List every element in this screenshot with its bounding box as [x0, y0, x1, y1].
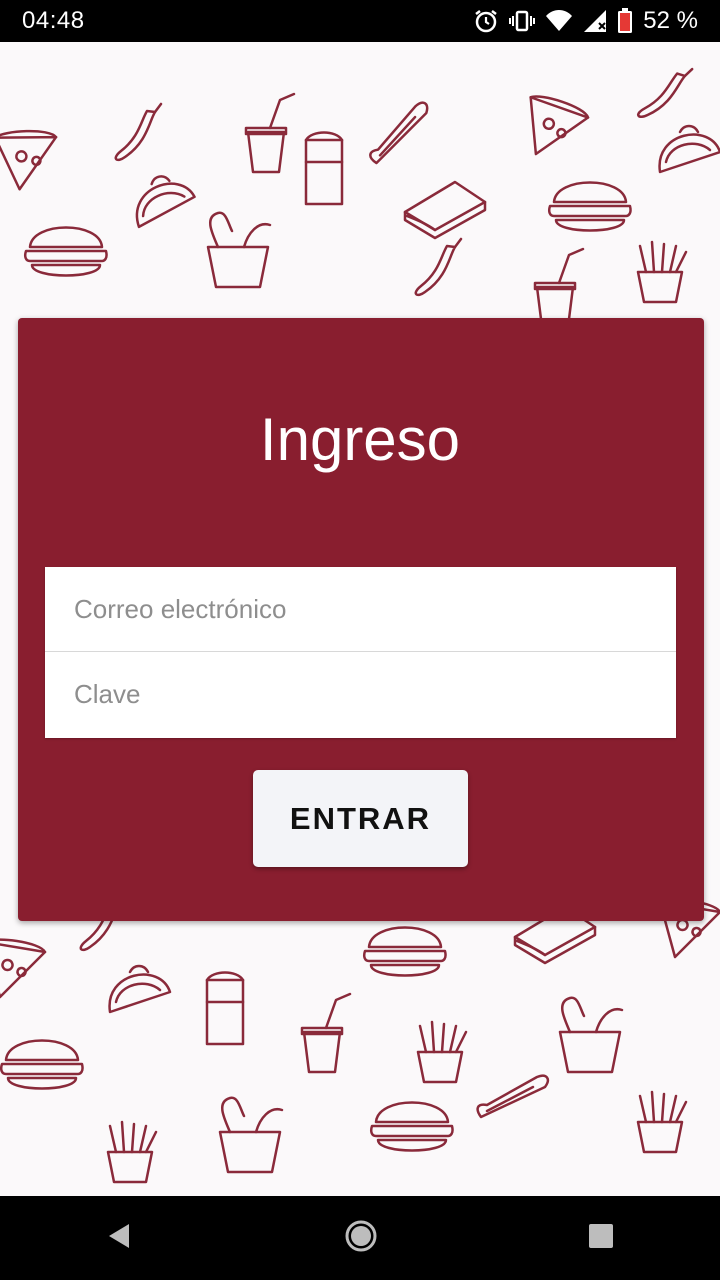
pizza-icon — [529, 95, 590, 156]
cup-icon — [244, 92, 296, 174]
cup-icon — [300, 992, 352, 1074]
back-icon[interactable] — [105, 1221, 135, 1256]
hotdog-icon — [476, 1074, 549, 1119]
battery-percent: 52 % — [643, 7, 698, 34]
burger-icon — [547, 181, 632, 232]
burrito-icon — [304, 131, 344, 206]
recents-icon[interactable] — [587, 1222, 615, 1255]
hotdog-icon — [369, 101, 429, 165]
alarm-icon — [473, 8, 499, 34]
home-icon[interactable] — [344, 1219, 378, 1258]
password-field-row — [45, 652, 676, 737]
burger-icon — [23, 226, 108, 277]
login-submit-button[interactable]: ENTRAR — [253, 770, 468, 867]
pizza-icon — [0, 129, 58, 191]
taco-icon — [108, 964, 172, 1014]
taco-icon — [135, 175, 196, 229]
burger-icon — [362, 926, 447, 977]
login-fields — [45, 567, 676, 738]
password-field[interactable] — [74, 652, 654, 736]
wifi-icon — [545, 9, 573, 33]
chicken-icon — [218, 1096, 284, 1174]
pepper-icon — [414, 237, 463, 297]
fries-icon — [416, 1020, 468, 1084]
burger-icon — [0, 1039, 84, 1090]
burger-icon — [369, 1101, 454, 1152]
chicken-icon — [206, 211, 272, 289]
email-field-row — [45, 567, 676, 652]
status-icons: 52 % — [473, 7, 698, 35]
sandwich-icon — [403, 180, 487, 240]
fries-icon — [106, 1120, 158, 1184]
navigation-bar — [0, 1196, 720, 1280]
status-time: 04:48 — [22, 7, 85, 34]
battery-icon — [617, 8, 633, 34]
pepper-icon — [637, 67, 694, 119]
pepper-icon — [114, 102, 163, 162]
pizza-icon — [0, 938, 47, 999]
fries-icon — [636, 1090, 688, 1154]
chicken-icon — [558, 996, 624, 1074]
vibrate-icon — [509, 8, 536, 34]
email-field[interactable] — [74, 567, 654, 651]
cup-icon — [533, 247, 585, 329]
fries-icon — [636, 240, 688, 304]
burrito-icon — [205, 971, 245, 1046]
signal-icon — [583, 9, 607, 33]
taco-icon — [658, 124, 720, 174]
login-title: Ingreso — [259, 406, 461, 473]
status-bar: 04:48 52 % — [0, 0, 720, 42]
